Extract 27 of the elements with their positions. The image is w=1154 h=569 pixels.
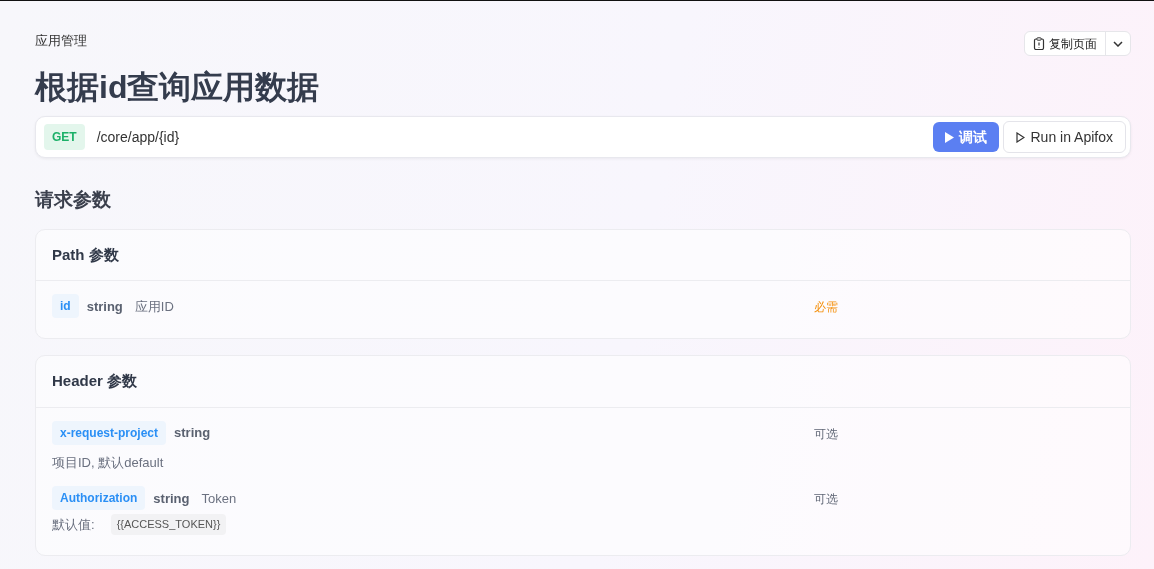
default-value: {{ACCESS_TOKEN}} <box>110 514 227 535</box>
default-label: 默认值: <box>52 515 95 534</box>
param-type: string <box>86 297 123 316</box>
param-description: 应用ID <box>134 297 174 316</box>
play-icon <box>944 131 954 143</box>
section-title: 请求参数 <box>35 188 112 213</box>
play-icon <box>1015 131 1025 143</box>
endpoint-path: /core/app/{id} <box>96 127 181 147</box>
requirement-label: 可选 <box>814 425 838 443</box>
debug-button[interactable]: 调试 <box>932 122 999 153</box>
breadcrumb[interactable]: 应用管理 <box>35 31 87 51</box>
requirement-label: 必需 <box>814 299 838 317</box>
param-name: Authorization <box>52 486 146 511</box>
requirement-label: 可选 <box>814 491 838 509</box>
param-name: id <box>52 294 79 319</box>
param-name: x-request-project <box>52 420 167 445</box>
clipboard-icon <box>1033 37 1045 50</box>
page-title: 根据id查询应用数据 <box>35 68 321 107</box>
param-description: 项目ID, 默认default <box>52 453 165 472</box>
param-type: string <box>153 489 190 508</box>
chevron-down-icon <box>1113 40 1123 47</box>
param-description: Token <box>201 489 237 508</box>
param-type: string <box>174 424 211 443</box>
run-button[interactable]: Run in Apifox <box>1002 121 1126 154</box>
card-title: Header 参数 <box>36 356 1130 408</box>
card-title: Path 参数 <box>36 229 1130 282</box>
method-badge: GET <box>44 124 85 151</box>
